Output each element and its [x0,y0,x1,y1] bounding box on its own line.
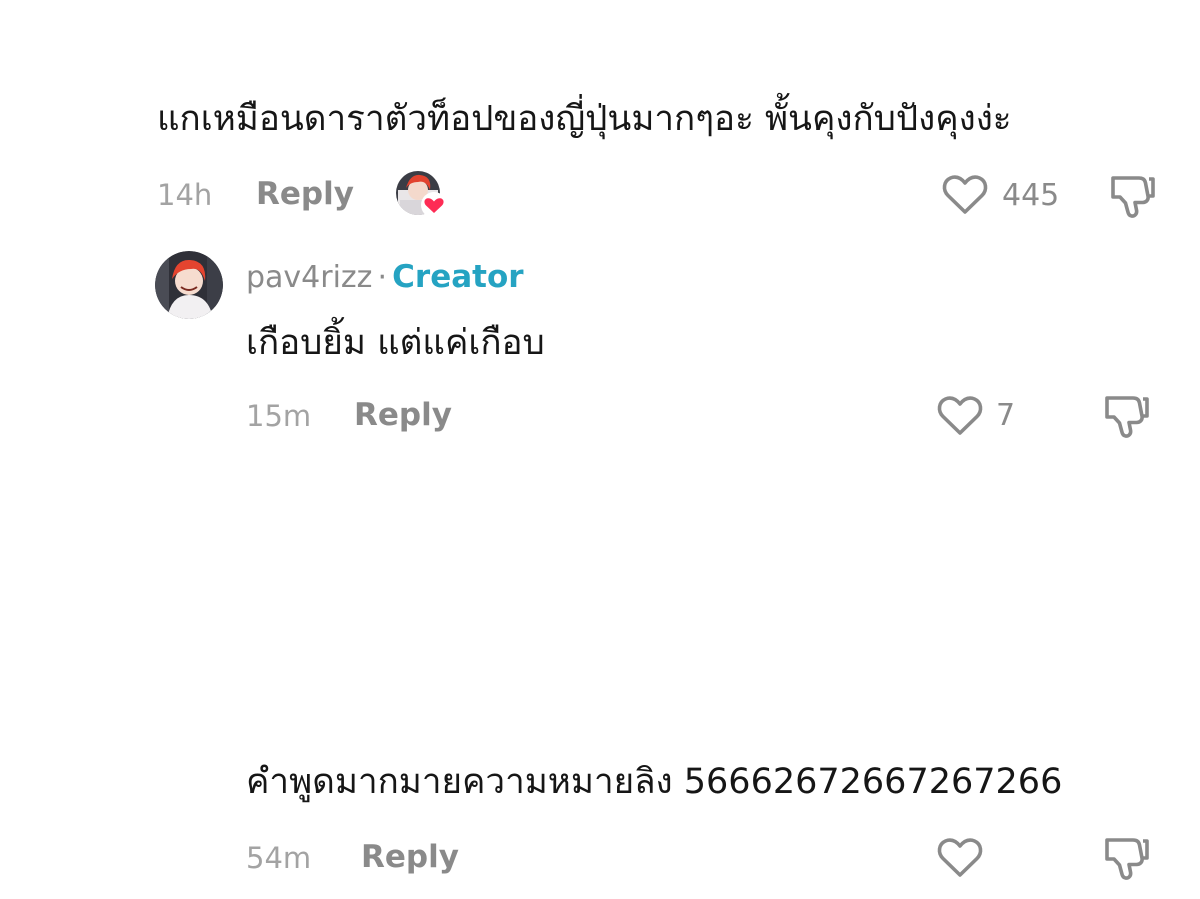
heart-filled-icon [421,192,447,218]
reply-button[interactable]: Reply [354,396,452,434]
separator-dot: · [377,260,388,295]
username[interactable]: pav4rizz [246,260,372,295]
like-heart-icon[interactable] [936,835,984,879]
reply-button[interactable]: Reply [256,175,354,213]
comment-text: คำพูดมากมายความหมายลิง 56662672667267266 [246,762,1063,802]
like-count: 7 [996,398,1016,433]
comment-header: pav4rizz · Creator [246,258,524,297]
comment-text: เกือบยิ้ม แต่แค่เกือบ [246,323,545,363]
comment-timestamp: 54m [246,841,312,875]
creator-liked-indicator [396,170,447,220]
comment-timestamp: 15m [246,399,312,433]
reply-button[interactable]: Reply [361,838,459,876]
creator-badge: Creator [392,259,524,295]
thumbs-down-icon[interactable] [1102,834,1152,882]
thumbs-down-icon[interactable] [1108,172,1158,220]
like-heart-icon[interactable] [941,172,989,216]
like-count: 445 [1002,178,1060,213]
avatar[interactable] [155,251,223,319]
thumbs-down-icon[interactable] [1102,392,1152,440]
comment-text: แกเหมือนดาราตัวท็อปของญี่ปุ่นมากๆอะ พั้น… [157,99,1012,139]
like-heart-icon[interactable] [936,393,984,437]
comment-timestamp: 14h [157,178,213,212]
